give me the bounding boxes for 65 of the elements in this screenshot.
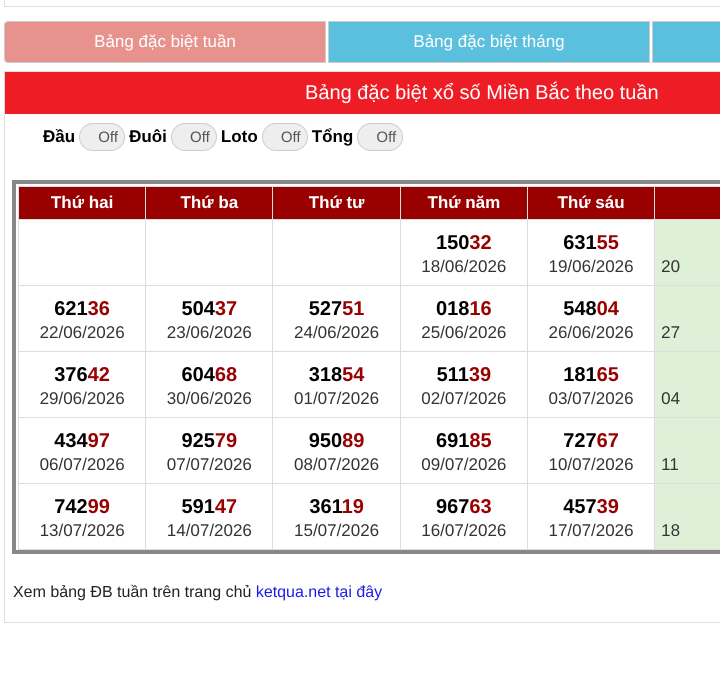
result-date: 30/06/2026 xyxy=(166,388,253,408)
result-date: 08/07/2026 xyxy=(293,454,380,474)
result-number: 54804 xyxy=(562,296,620,322)
result-number: 36119 xyxy=(308,494,365,520)
column-header: Thứ ba xyxy=(146,186,273,220)
result-date: 01/07/2026 xyxy=(293,388,380,408)
result-number: 95089 xyxy=(308,428,366,454)
column-header: Thứ sáu xyxy=(527,186,655,220)
result-number: 50437 xyxy=(180,296,238,322)
result-date: 17/07/2026 xyxy=(548,520,635,540)
result-date: 23/06/2026 xyxy=(166,322,253,342)
result-number: 45739 xyxy=(562,494,620,520)
result-number: 69185 xyxy=(435,428,493,454)
result-date: 25/06/2026 xyxy=(420,322,508,342)
result-date: 16/07/2026 xyxy=(420,520,508,540)
result-date: 26/06/2026 xyxy=(548,322,635,342)
result-number: 62136 xyxy=(53,296,111,322)
toggle-label: Đầu xyxy=(43,127,76,147)
footer-link[interactable]: ketqua.net tại đây xyxy=(256,584,382,601)
table-title: Bảng đặc biệt xổ số Miền Bắc theo tuần xyxy=(305,82,659,104)
result-number: 72767 xyxy=(562,428,620,454)
result-number: 31854 xyxy=(308,362,366,388)
result-date: 19/06/2026 xyxy=(548,256,635,276)
result-date: 10/07/2026 xyxy=(548,454,635,474)
result-number: 60468 xyxy=(180,362,238,388)
result-date: 14/07/2026 xyxy=(166,520,253,540)
result-date: 04 xyxy=(661,388,682,408)
result-date: 29/06/2026 xyxy=(38,388,126,408)
result-date: 18/06/2026 xyxy=(420,256,508,276)
column-header: Thứ năm xyxy=(400,186,528,220)
result-date: 11 xyxy=(661,454,680,474)
result-number: 74299 xyxy=(53,494,111,520)
column-header: Thứ tư xyxy=(272,186,400,220)
result-date: 27 xyxy=(661,322,682,342)
toggle-label: Loto xyxy=(220,127,258,147)
toggle-label: Đuôi xyxy=(129,127,167,147)
result-number: 63155 xyxy=(562,230,620,256)
result-date: 22/06/2026 xyxy=(38,322,126,342)
result-number: 92579 xyxy=(180,428,238,454)
toggle-switch[interactable]: Off xyxy=(357,123,404,151)
result-number: 18165 xyxy=(562,362,620,388)
toggle-switch[interactable]: Off xyxy=(170,123,217,151)
result-date: 24/06/2026 xyxy=(293,322,380,342)
result-number: 37642 xyxy=(53,362,111,388)
toggle-switch[interactable]: Off xyxy=(79,123,126,151)
result-date: 20 xyxy=(661,256,682,276)
result-date: 07/07/2026 xyxy=(166,454,253,474)
result-date: 18 xyxy=(661,520,682,540)
result-date: 06/07/2026 xyxy=(38,454,126,474)
result-date: 09/07/2026 xyxy=(420,454,508,474)
result-number: 52751 xyxy=(308,296,366,322)
result-number: 43497 xyxy=(53,428,111,454)
result-number: 96763 xyxy=(435,494,493,520)
result-number: 01816 xyxy=(435,296,493,322)
result-number: 51139 xyxy=(436,362,492,388)
toggle-switch[interactable]: Off xyxy=(262,123,308,151)
footer-text: Xem bảng ĐB tuần trên trang chủ ketqua.net tại đây xyxy=(13,584,384,602)
result-date: 13/07/2026 xyxy=(38,520,126,540)
column-header: Thứ hai xyxy=(18,186,146,220)
result-date: 02/07/2026 xyxy=(420,388,508,408)
result-date: 03/07/2026 xyxy=(548,388,635,408)
toggle-label: Tổng xyxy=(312,127,354,147)
result-date: 15/07/2026 xyxy=(293,520,380,540)
result-number: 15032 xyxy=(435,230,493,256)
result-number: 59147 xyxy=(180,494,238,520)
